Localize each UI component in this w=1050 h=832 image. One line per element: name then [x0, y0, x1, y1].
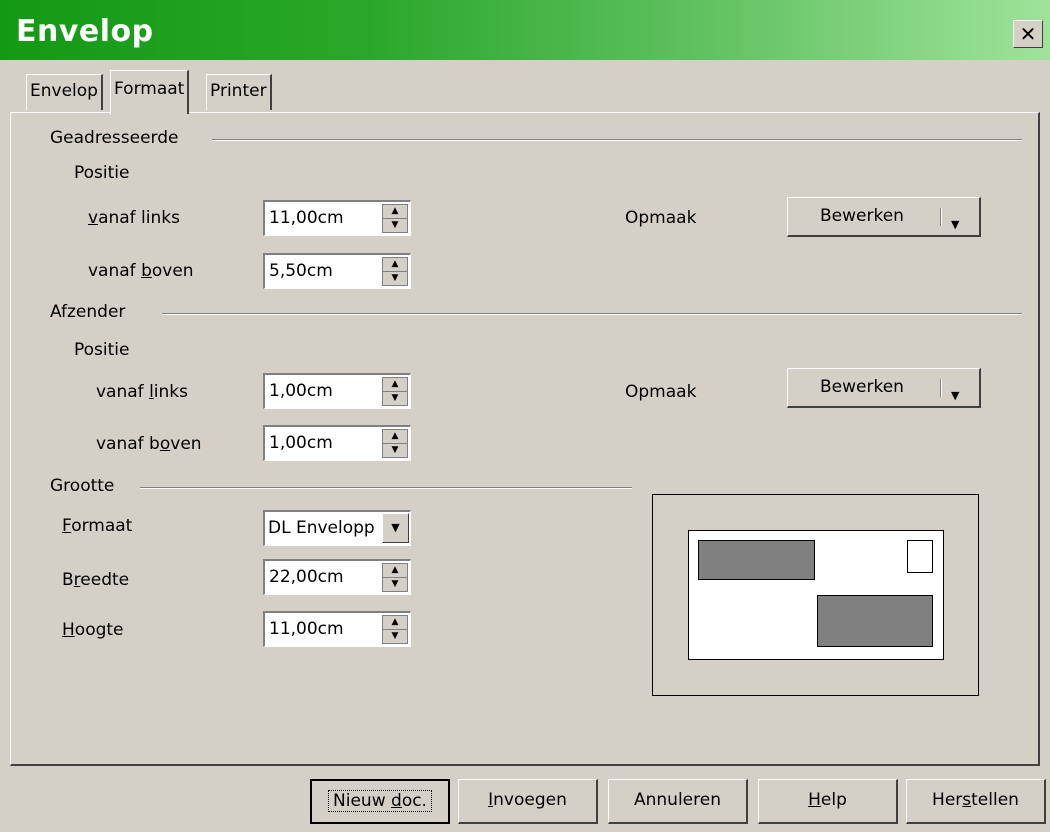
- spin-buttons[interactable]: ▲ ▼: [382, 257, 408, 286]
- spin-down-icon[interactable]: ▼: [383, 444, 407, 457]
- cancel-button[interactable]: Annuleren: [608, 779, 748, 824]
- spinner-value: 1,00cm: [269, 381, 333, 401]
- button-label: Nieuw doc.: [328, 790, 432, 812]
- size-height-spinner[interactable]: 11,00cm ▲ ▼: [263, 611, 411, 647]
- close-button[interactable]: ✕: [1013, 20, 1043, 48]
- spin-down-icon[interactable]: ▼: [383, 630, 407, 643]
- spin-down-icon[interactable]: ▼: [383, 578, 407, 591]
- tab-label: Envelop: [30, 81, 98, 101]
- close-icon: ✕: [1019, 22, 1037, 46]
- sender-left-label: vanaf links: [96, 382, 188, 402]
- spin-up-icon[interactable]: ▲: [383, 378, 407, 392]
- edit-button-label: Bewerken: [820, 377, 904, 397]
- tab-printer[interactable]: Printer: [206, 74, 272, 110]
- title-bar: Envelop ✕: [0, 0, 1050, 60]
- tab-label: Formaat: [114, 79, 185, 99]
- addressee-left-spinner[interactable]: 11,00cm ▲ ▼: [263, 200, 411, 236]
- spin-buttons[interactable]: ▲ ▼: [382, 615, 408, 644]
- addressee-edit-button[interactable]: Bewerken ▼: [787, 197, 981, 237]
- spinner-value: 1,00cm: [269, 433, 333, 453]
- spin-up-icon[interactable]: ▲: [383, 205, 407, 219]
- spin-down-icon[interactable]: ▼: [383, 219, 407, 232]
- button-label: Invoegen: [488, 790, 567, 810]
- addressee-address-block: [817, 595, 933, 647]
- section-label-sender: Afzender: [50, 302, 126, 322]
- spin-buttons[interactable]: ▲ ▼: [382, 563, 408, 592]
- button-label: Annuleren: [634, 790, 721, 810]
- separator: [140, 487, 632, 489]
- spin-up-icon[interactable]: ▲: [383, 564, 407, 578]
- edit-button-label: Bewerken: [820, 206, 904, 226]
- help-button[interactable]: Help: [758, 779, 898, 824]
- envelope-shape: [688, 530, 944, 660]
- sender-top-label: vanaf boven: [96, 434, 202, 454]
- dropdown-arrow-icon[interactable]: ▼: [951, 207, 959, 243]
- spin-up-icon[interactable]: ▲: [383, 616, 407, 630]
- spin-down-icon[interactable]: ▼: [383, 392, 407, 405]
- size-height-label: Hoogte: [62, 620, 124, 640]
- dropdown-value: DL Envelopp: [268, 518, 375, 538]
- spinner-value: 11,00cm: [269, 619, 344, 639]
- spinner-value: 5,50cm: [269, 261, 333, 281]
- addressee-left-label: vanaf links: [88, 208, 180, 228]
- separator: [162, 313, 1022, 315]
- new-doc-button[interactable]: Nieuw doc.: [310, 779, 450, 824]
- button-label: Help: [808, 790, 847, 810]
- size-width-spinner[interactable]: 22,00cm ▲ ▼: [263, 559, 411, 595]
- section-label-size: Grootte: [50, 476, 115, 496]
- spin-buttons[interactable]: ▲ ▼: [382, 204, 408, 233]
- insert-button[interactable]: Invoegen: [458, 779, 598, 824]
- spinner-value: 22,00cm: [269, 567, 344, 587]
- section-label-addressee: Geadresseerde: [50, 128, 179, 148]
- spin-up-icon[interactable]: ▲: [383, 430, 407, 444]
- spin-down-icon[interactable]: ▼: [383, 272, 407, 285]
- chevron-down-icon[interactable]: ▼: [382, 513, 409, 543]
- addressee-top-spinner[interactable]: 5,50cm ▲ ▼: [263, 253, 411, 289]
- dropdown-arrow-icon[interactable]: ▼: [951, 378, 959, 414]
- sender-left-spinner[interactable]: 1,00cm ▲ ▼: [263, 373, 411, 409]
- button-divider: [940, 379, 942, 397]
- position-label: Positie: [74, 163, 130, 183]
- sender-format-label: Opmaak: [625, 382, 697, 402]
- tab-label: Printer: [210, 81, 267, 101]
- size-format-label: Formaat: [62, 516, 133, 536]
- addressee-format-label: Opmaak: [625, 208, 697, 228]
- envelope-format-dropdown[interactable]: DL Envelopp ▼: [263, 510, 411, 546]
- reset-button[interactable]: Herstellen: [906, 779, 1046, 824]
- sender-edit-button[interactable]: Bewerken ▼: [787, 368, 981, 408]
- spin-buttons[interactable]: ▲ ▼: [382, 429, 408, 458]
- stamp-icon: [907, 540, 933, 573]
- button-divider: [940, 208, 942, 226]
- separator: [212, 139, 1022, 141]
- window-title: Envelop: [16, 14, 154, 49]
- tab-formaat[interactable]: Formaat: [110, 70, 190, 114]
- button-label: Herstellen: [932, 790, 1019, 810]
- sender-address-block: [698, 540, 815, 580]
- spin-buttons[interactable]: ▲ ▼: [382, 377, 408, 406]
- addressee-top-label: vanaf boven: [88, 261, 194, 281]
- position-label: Positie: [74, 340, 130, 360]
- sender-top-spinner[interactable]: 1,00cm ▲ ▼: [263, 425, 411, 461]
- size-width-label: Breedte: [62, 570, 130, 590]
- tab-envelop[interactable]: Envelop: [26, 74, 103, 110]
- spin-up-icon[interactable]: ▲: [383, 258, 407, 272]
- spinner-value: 11,00cm: [269, 208, 344, 228]
